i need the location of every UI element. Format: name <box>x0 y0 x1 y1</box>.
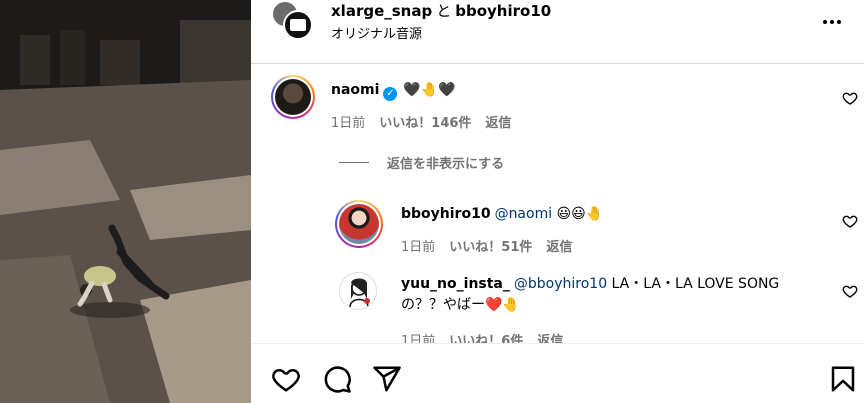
comment-username[interactable]: yuu_no_insta_ <box>401 276 510 292</box>
hide-replies-button[interactable]: 返信を非表示にする <box>339 153 504 172</box>
collab-separator: と <box>436 2 452 20</box>
audio-link[interactable]: オリジナル音源 <box>331 23 422 42</box>
comments-section: naomi ✓ 🖤🤚🖤 1日前 いいね！146件 返信 返信を非表示にする bboyhi… <box>251 65 864 343</box>
comment-icon[interactable] <box>322 364 352 394</box>
comment-text: naomi ✓ 🖤🤚🖤 <box>331 80 456 101</box>
hide-replies-label: 返信を非表示にする <box>387 157 505 172</box>
comment-body: 😃😃🤚 <box>552 206 604 222</box>
reply-button[interactable]: 返信 <box>546 240 572 255</box>
mention-link[interactable]: @naomi <box>495 206 553 222</box>
comment-meta: 1日前 いいね！51件 返信 <box>401 236 586 255</box>
share-icon[interactable] <box>372 364 402 394</box>
comment-text-line2: の？？やばー❤️🤚 <box>401 297 520 313</box>
heart-icon[interactable] <box>842 283 858 299</box>
comment-text: yuu_no_insta_ @bboyhiro10 LA・LA・LA LOVE S… <box>401 274 779 295</box>
more-icon <box>823 20 827 24</box>
avatar[interactable] <box>335 200 383 248</box>
action-bar <box>251 343 864 403</box>
reply-item: bboyhiro10 @naomi 😃😃🤚 1日前 いいね！51件 返信 <box>251 198 864 258</box>
comment-body: 🖤🤚🖤 <box>403 82 456 98</box>
collab-usernames: xlarge_snap と bboyhiro10 <box>331 0 551 21</box>
brand-logo <box>290 19 306 31</box>
reply-button[interactable]: 返信 <box>485 116 511 131</box>
bookmark-icon[interactable] <box>828 364 858 394</box>
verified-badge-icon: ✓ <box>383 87 398 101</box>
avatar <box>283 10 313 40</box>
comment-likes[interactable]: いいね！6件 <box>449 334 523 343</box>
comment-time[interactable]: 1日前 <box>331 116 365 131</box>
comment-body: LA・LA・LA LOVE SONG <box>607 276 780 292</box>
post-header: xlarge_snap と bboyhiro10 オリジナル音源 <box>251 0 864 64</box>
divider <box>339 162 369 163</box>
heart-icon[interactable] <box>842 213 858 229</box>
post-media[interactable] <box>0 0 251 403</box>
reply-button[interactable]: 返信 <box>537 334 563 343</box>
post-image <box>0 0 251 403</box>
avatar[interactable] <box>271 75 315 119</box>
comment-meta: 1日前 いいね！146件 返信 <box>331 112 525 131</box>
post-panel: xlarge_snap と bboyhiro10 オリジナル音源 naomi ✓ 🖤🤚🖤… <box>251 0 864 403</box>
comment-username[interactable]: bboyhiro10 <box>401 206 491 222</box>
more-options-button[interactable] <box>822 12 842 32</box>
more-icon <box>830 20 834 24</box>
comment-item: naomi ✓ 🖤🤚🖤 1日前 いいね！146件 返信 <box>251 65 864 145</box>
more-icon <box>837 20 841 24</box>
comment-meta: 1日前 いいね！6件 返信 <box>401 330 577 343</box>
username-link[interactable]: xlarge_snap <box>331 2 432 20</box>
avatar[interactable] <box>339 272 377 310</box>
heart-icon[interactable] <box>842 90 858 106</box>
collab-avatars[interactable] <box>271 0 315 44</box>
heart-icon[interactable] <box>271 364 301 394</box>
mention-link[interactable]: @bboyhiro10 <box>514 276 607 292</box>
comment-text: bboyhiro10 @naomi 😃😃🤚 <box>401 204 603 225</box>
comment-time[interactable]: 1日前 <box>401 240 435 255</box>
reply-item: yuu_no_insta_ @bboyhiro10 LA・LA・LA LOVE S… <box>251 268 864 343</box>
comment-likes[interactable]: いいね！51件 <box>449 240 532 255</box>
comment-username[interactable]: naomi <box>331 82 379 98</box>
comment-time[interactable]: 1日前 <box>401 334 435 343</box>
username-link[interactable]: bboyhiro10 <box>455 2 551 20</box>
comment-likes[interactable]: いいね！146件 <box>379 116 471 131</box>
